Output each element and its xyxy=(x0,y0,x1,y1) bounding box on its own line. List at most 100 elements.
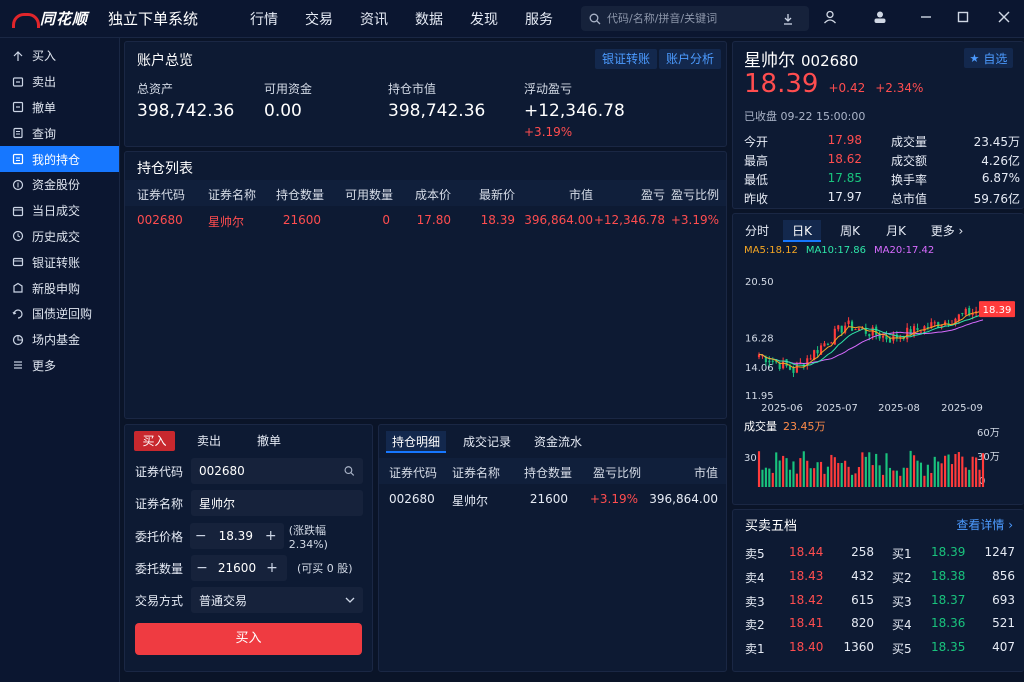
tab-weekly-k[interactable]: 周K xyxy=(832,220,868,242)
menu-item-market[interactable]: 行情 xyxy=(250,9,278,29)
sidebar-item-cancel-order[interactable]: 撤单 xyxy=(0,95,119,121)
app-logo: 同花顺 xyxy=(12,8,100,29)
qty-minus-button[interactable]: − xyxy=(191,560,213,576)
volume-bar xyxy=(892,470,895,487)
code-input[interactable] xyxy=(191,464,345,478)
search-input[interactable] xyxy=(607,12,782,25)
price-minus-button[interactable]: − xyxy=(190,528,212,544)
volume-bar xyxy=(844,460,847,487)
tab-fund-flow[interactable]: 资金流水 xyxy=(528,431,588,453)
sidebar-item-label: 资金股份 xyxy=(32,178,81,193)
maximize-icon[interactable] xyxy=(954,10,972,28)
price-input[interactable] xyxy=(211,529,260,543)
tab-cancel[interactable]: 撤单 xyxy=(249,431,289,451)
sidebar-item-label: 查询 xyxy=(32,126,57,141)
tab-daily-k[interactable]: 日K xyxy=(783,220,821,242)
menu-item-trade[interactable]: 交易 xyxy=(305,9,333,29)
ask-level: 卖4 xyxy=(745,570,765,585)
col-market-value: 市值 xyxy=(693,466,718,480)
table-row[interactable]: 002680 星帅尔 21600 +3.19% 396,864.00 xyxy=(379,486,726,512)
bank-transfer-button[interactable]: 银证转账 xyxy=(595,49,658,69)
volume-bar xyxy=(761,469,764,487)
menu-item-news[interactable]: 资讯 xyxy=(360,9,388,29)
tab-more[interactable]: 更多 › xyxy=(926,220,968,242)
tab-deal-records[interactable]: 成交记录 xyxy=(457,431,517,453)
sidebar-item-funds[interactable]: 资金股份 xyxy=(0,172,119,198)
col-code: 证券代码 xyxy=(389,466,438,480)
sidebar-item-fund[interactable]: 场内基金 xyxy=(0,327,119,353)
order-book-row[interactable]: 卖1 18.40 1360 买5 18.35 407 xyxy=(745,636,1015,659)
sidebar-item-sell[interactable]: 卖出 xyxy=(0,69,119,95)
user-icon[interactable] xyxy=(821,10,839,28)
sidebar-item-repo[interactable]: 国债逆回购 xyxy=(0,301,119,327)
tab-sell[interactable]: 卖出 xyxy=(189,431,229,451)
menu-item-data[interactable]: 数据 xyxy=(415,9,443,29)
candle-body xyxy=(913,326,916,337)
x-tick-label: 2025-07 xyxy=(816,403,858,414)
sidebar-item-transfer[interactable]: 银证转账 xyxy=(0,249,119,275)
sidebar-item-label: 新股申购 xyxy=(32,281,81,296)
price-stepper[interactable]: − + xyxy=(189,523,284,549)
minimize-icon[interactable] xyxy=(917,10,935,28)
price-plus-button[interactable]: + xyxy=(260,528,282,544)
volume-bar xyxy=(913,455,916,487)
price-row: 委托价格 − + (涨跌幅 2.34%) xyxy=(135,523,367,551)
tab-monthly-k[interactable]: 月K xyxy=(878,220,914,242)
tab-buy[interactable]: 买入 xyxy=(134,431,175,451)
menu-item-service[interactable]: 服务 xyxy=(525,9,553,29)
candle-body xyxy=(837,325,840,330)
sidebar-item-more[interactable]: 更多 xyxy=(0,353,119,379)
search-box[interactable] xyxy=(581,6,809,31)
account-analysis-button[interactable]: 账户分析 xyxy=(659,49,722,69)
sidebar-item-buy[interactable]: 买入 xyxy=(0,43,119,69)
order-book-row[interactable]: 卖2 18.41 820 买4 18.36 521 xyxy=(745,612,1015,635)
tab-intraday[interactable]: 分时 xyxy=(739,220,775,242)
order-book-row[interactable]: 卖5 18.44 258 买1 18.39 1247 xyxy=(745,541,1015,564)
candle-body xyxy=(854,329,857,331)
fund-icon xyxy=(12,334,24,346)
ma10-line xyxy=(758,313,984,367)
code-search-icon[interactable] xyxy=(344,465,355,477)
qty-stepper[interactable]: − + xyxy=(191,555,287,581)
ma10-label: MA10:17.86 xyxy=(805,245,867,256)
volume-bar xyxy=(833,457,836,487)
close-icon[interactable] xyxy=(995,10,1013,28)
sidebar-item-ipo[interactable]: 新股申购 xyxy=(0,275,119,301)
ask-volume: 258 xyxy=(851,545,874,559)
add-watchlist-button[interactable]: ★ 自选 xyxy=(964,48,1013,68)
price-label: 委托价格 xyxy=(135,529,184,544)
sidebar-item-query[interactable]: 查询 xyxy=(0,120,119,146)
order-book-row[interactable]: 卖4 18.43 432 买2 18.38 856 xyxy=(745,565,1015,588)
order-book-more-link[interactable]: 查看详情 › xyxy=(956,516,1013,533)
transfer-icon xyxy=(12,256,24,268)
volume-label: 成交量 xyxy=(744,419,777,433)
volume-bar xyxy=(830,454,833,487)
volume-bar xyxy=(933,456,936,487)
star-icon: ★ xyxy=(969,51,980,65)
stat-value: 17.98 xyxy=(827,133,862,147)
volume-bar xyxy=(885,453,888,487)
code-field[interactable] xyxy=(191,458,363,484)
ask-price: 18.41 xyxy=(789,616,824,631)
ask-volume: 1360 xyxy=(843,640,874,655)
candle-body xyxy=(816,349,819,354)
buy-submit-button[interactable]: 买入 xyxy=(135,623,362,655)
account-icon[interactable] xyxy=(871,10,889,28)
qty-input[interactable] xyxy=(213,561,261,575)
max-buy-note: (可买 0 股) xyxy=(297,562,353,575)
trade-mode-select[interactable]: 普通交易 xyxy=(191,587,363,613)
sidebar-item-history[interactable]: 历史成交 xyxy=(0,224,119,250)
tab-holding-detail[interactable]: 持仓明细 xyxy=(386,431,446,453)
order-book-row[interactable]: 卖3 18.42 615 买3 18.37 693 xyxy=(745,589,1015,612)
table-row[interactable]: 002680 星帅尔 21600 0 17.80 18.39 396,864.0… xyxy=(125,207,726,233)
ask-level: 卖3 xyxy=(745,594,765,609)
candle-body xyxy=(850,321,854,331)
search-icon xyxy=(589,13,601,24)
volume-bar xyxy=(919,462,923,487)
sidebar-item-today-deals[interactable]: 当日成交 xyxy=(0,198,119,224)
menu-item-discover[interactable]: 发现 xyxy=(470,9,498,29)
kline-chart[interactable]: 20.5016.2814.0611.9518.392025-06 2025-07 2… xyxy=(733,260,1023,506)
download-icon[interactable] xyxy=(782,13,794,25)
sidebar-item-holdings[interactable]: 我的持仓 xyxy=(0,146,119,172)
qty-plus-button[interactable]: + xyxy=(261,560,283,576)
